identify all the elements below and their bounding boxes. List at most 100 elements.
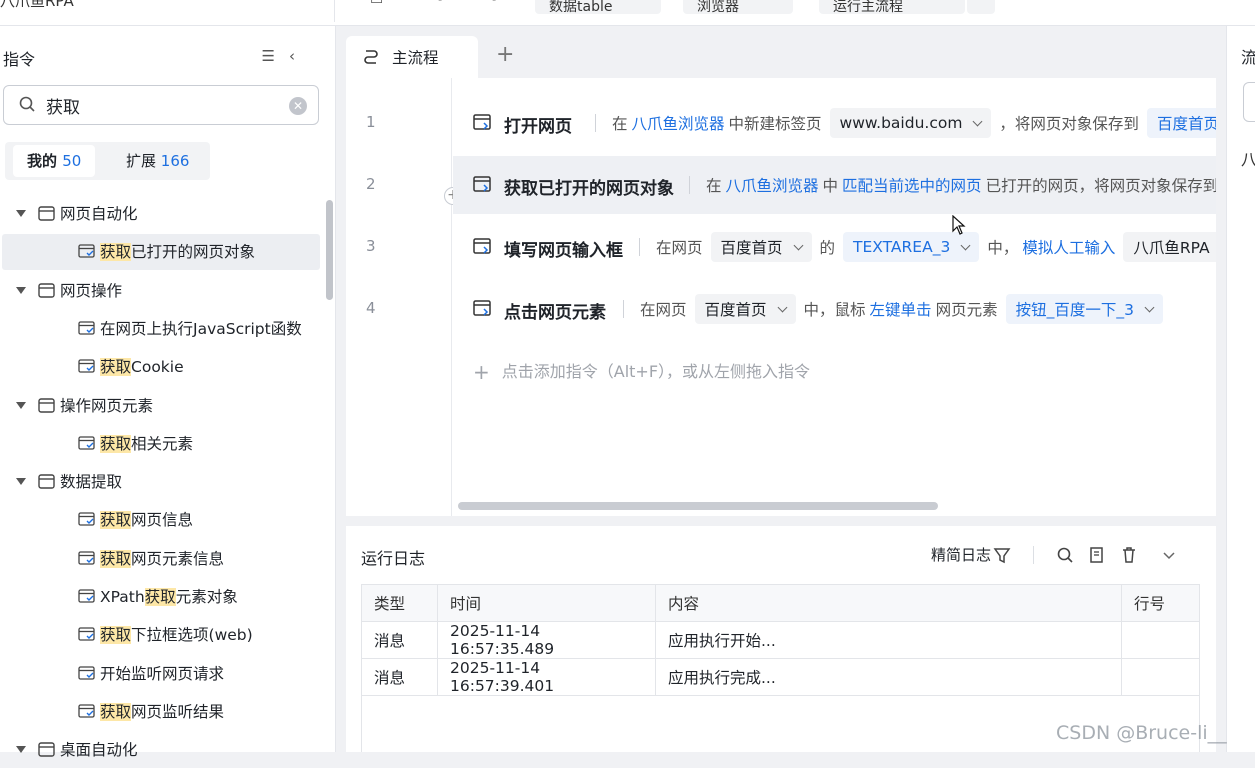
step-text: ，将网页对象保存到 [999,115,1139,133]
tab-extensions[interactable]: 扩展 166 [112,145,203,177]
tree-item[interactable]: 获取网页监听结果 [2,694,320,730]
tree-item-label: 在网页上执行JavaScript函数 [100,319,302,338]
tree-item[interactable]: 在网页上执行JavaScript函数 [2,311,320,347]
search-highlight: 获取 [100,243,132,262]
tree-item[interactable]: 获取下拉框选项(web) [2,617,320,653]
tree-item[interactable]: 获取网页信息 [2,502,320,538]
tree-item[interactable]: 获取网页元素信息 [2,541,320,577]
tree-group-label: 网页操作 [60,281,123,300]
step-param-link[interactable]: 八爪鱼浏览器 [632,112,725,134]
column-header: 时间 [437,584,656,622]
flow-step[interactable]: 点击网页元素 在网页 百度首页 中，鼠标 左键单击 网页元素 按钮_百度一下_3 [453,280,1216,338]
step-description: 在八爪鱼浏览器 中新建标签页 www.baidu.com ，将网页对象保存到 百度首页 [595,108,1216,138]
step-param-dropdown[interactable]: 百度首页 [710,232,812,262]
step-name: 点击网页元素 [504,303,606,323]
web-operation-icon [38,282,55,298]
step-text: 中，鼠标 [803,301,866,319]
cell-line [1121,621,1200,659]
tree-scrollbar[interactable] [326,200,333,300]
horizontal-scrollbar[interactable] [458,502,938,510]
tree-group[interactable]: 桌面自动化 [16,732,316,768]
search-input[interactable] [46,92,276,118]
flow-icon [364,50,378,64]
tree-item-label: 已打开的网页对象 [131,243,256,262]
cell-time: 2025-11-14 16:57:39.401 [437,658,656,696]
caret-down-icon[interactable] [16,401,26,409]
step-param-dropdown[interactable]: TEXTAREA_3 [843,232,980,262]
simple-log-filter[interactable]: 精简日志 [931,544,991,565]
step-param-link[interactable]: 左键单击 [870,298,932,320]
line-number: 4 [366,299,376,317]
divider [595,114,596,132]
run-dropdown-button[interactable] [967,0,995,14]
table-row[interactable]: 消息 2025-11-14 16:57:39.401 应用执行完成... [361,658,1200,696]
data-table-button[interactable]: 数据table [535,0,661,15]
step-param-dropdown[interactable]: 八爪鱼RPA [1123,232,1216,262]
add-instruction-hint[interactable]: + 点击添加指令（Alt+F），或从左侧拖入指令 [473,358,810,384]
redo-icon[interactable]: ◦ [490,0,498,8]
step-text: 在网页 [656,239,703,257]
panel-title: 指令 [3,50,36,69]
tab-mine[interactable]: 我的 50 [13,145,96,177]
chevron-down-icon [793,240,803,250]
step-param-dropdown[interactable]: 百度首页 [1146,108,1216,138]
tree-group[interactable]: 网页自动化 [16,196,316,232]
tree-group[interactable]: 网页操作 [16,273,316,309]
caret-down-icon[interactable] [16,210,26,217]
tree-item[interactable]: 开始监听网页请求 [2,656,320,692]
chevron-down-icon[interactable] [1160,546,1178,564]
tree-item[interactable]: 获取相关元素 [2,426,320,462]
instruction-icon [78,512,95,527]
tree-item[interactable]: XPath获取元素对象 [2,579,320,615]
clear-icon[interactable]: ✕ [289,97,307,115]
export-log-icon[interactable] [1088,546,1106,564]
step-param-link[interactable]: 模拟人工输入 [1022,236,1115,258]
step-param-dropdown[interactable]: www.baidu.com [829,108,992,138]
step-param-link[interactable]: 八爪鱼浏览器 [726,174,819,196]
step-icon [473,176,491,192]
tree-group[interactable]: 数据提取 [16,464,316,500]
dropdown-value: 按钮_百度一下_3 [1015,301,1134,319]
instruction-icon [78,665,95,680]
tree-group-label: 桌面自动化 [60,741,138,760]
browser-button[interactable]: 浏览器 [683,0,793,15]
chevron-down-icon [777,302,787,312]
save-icon[interactable]: ▭ [370,0,383,8]
step-text: 中， [987,239,1019,257]
search-highlight: 获取 [100,702,132,721]
tree-item-label: 元素对象 [175,588,238,606]
step-text: 网页元素 [935,301,998,319]
search-icon[interactable] [1056,546,1074,564]
column-header: 内容 [655,584,1122,622]
filter-icon[interactable] [993,546,1011,564]
flow-step[interactable]: 打开网页 在八爪鱼浏览器 中新建标签页 www.baidu.com ，将网页对象保存到百… [453,94,1216,152]
properties-input[interactable] [1243,82,1255,122]
tree-group[interactable]: 操作网页元素 [16,388,316,424]
table-row[interactable]: 消息 2025-11-14 16:57:35.489 应用执行开始... [361,621,1200,659]
add-tab-button[interactable]: + [496,42,514,67]
caret-down-icon[interactable] [16,746,26,754]
tree-item[interactable]: 获取已打开的网页对象 [2,234,320,271]
flow-step[interactable]: 获取已打开的网页对象在八爪鱼浏览器中匹配当前选中的网页 已打开的网页，将网页对象保… [453,156,1216,214]
sort-icon[interactable]: ☰ [262,47,289,65]
tab-mine-count: 50 [62,152,82,170]
caret-down-icon[interactable] [16,478,26,486]
dropdown-value: 百度首页 [704,301,767,319]
properties-title: 流 [1241,44,1255,68]
step-param-dropdown[interactable]: 百度首页 [694,294,796,324]
step-param-link[interactable]: 匹配当前选中的网页 [842,174,982,196]
undo-icon[interactable]: ◦ [436,0,444,8]
search-highlight: 获取 [144,588,176,606]
dropdown-value: 百度首页 [1156,115,1216,133]
caret-down-icon[interactable] [16,286,26,294]
chevron-down-icon [960,240,971,250]
delete-icon[interactable] [1120,546,1138,564]
tree-item[interactable]: 获取Cookie [2,349,320,385]
step-param-dropdown[interactable]: 按钮_百度一下_3 [1005,294,1163,324]
step-text: 中新建标签页 [728,115,822,133]
tab-main-flow[interactable]: 主流程 [346,36,478,78]
flow-step[interactable]: 填写网页输入框 在网页 百度首页 的 TEXTAREA_3 中， 模拟人工输入 八爪鱼RPA [453,218,1216,276]
run-main-flow-button[interactable]: 运行主流程 [819,0,965,15]
collapse-icon[interactable]: ‹ [289,47,309,65]
app-title: 八爪鱼RPA [0,0,74,10]
